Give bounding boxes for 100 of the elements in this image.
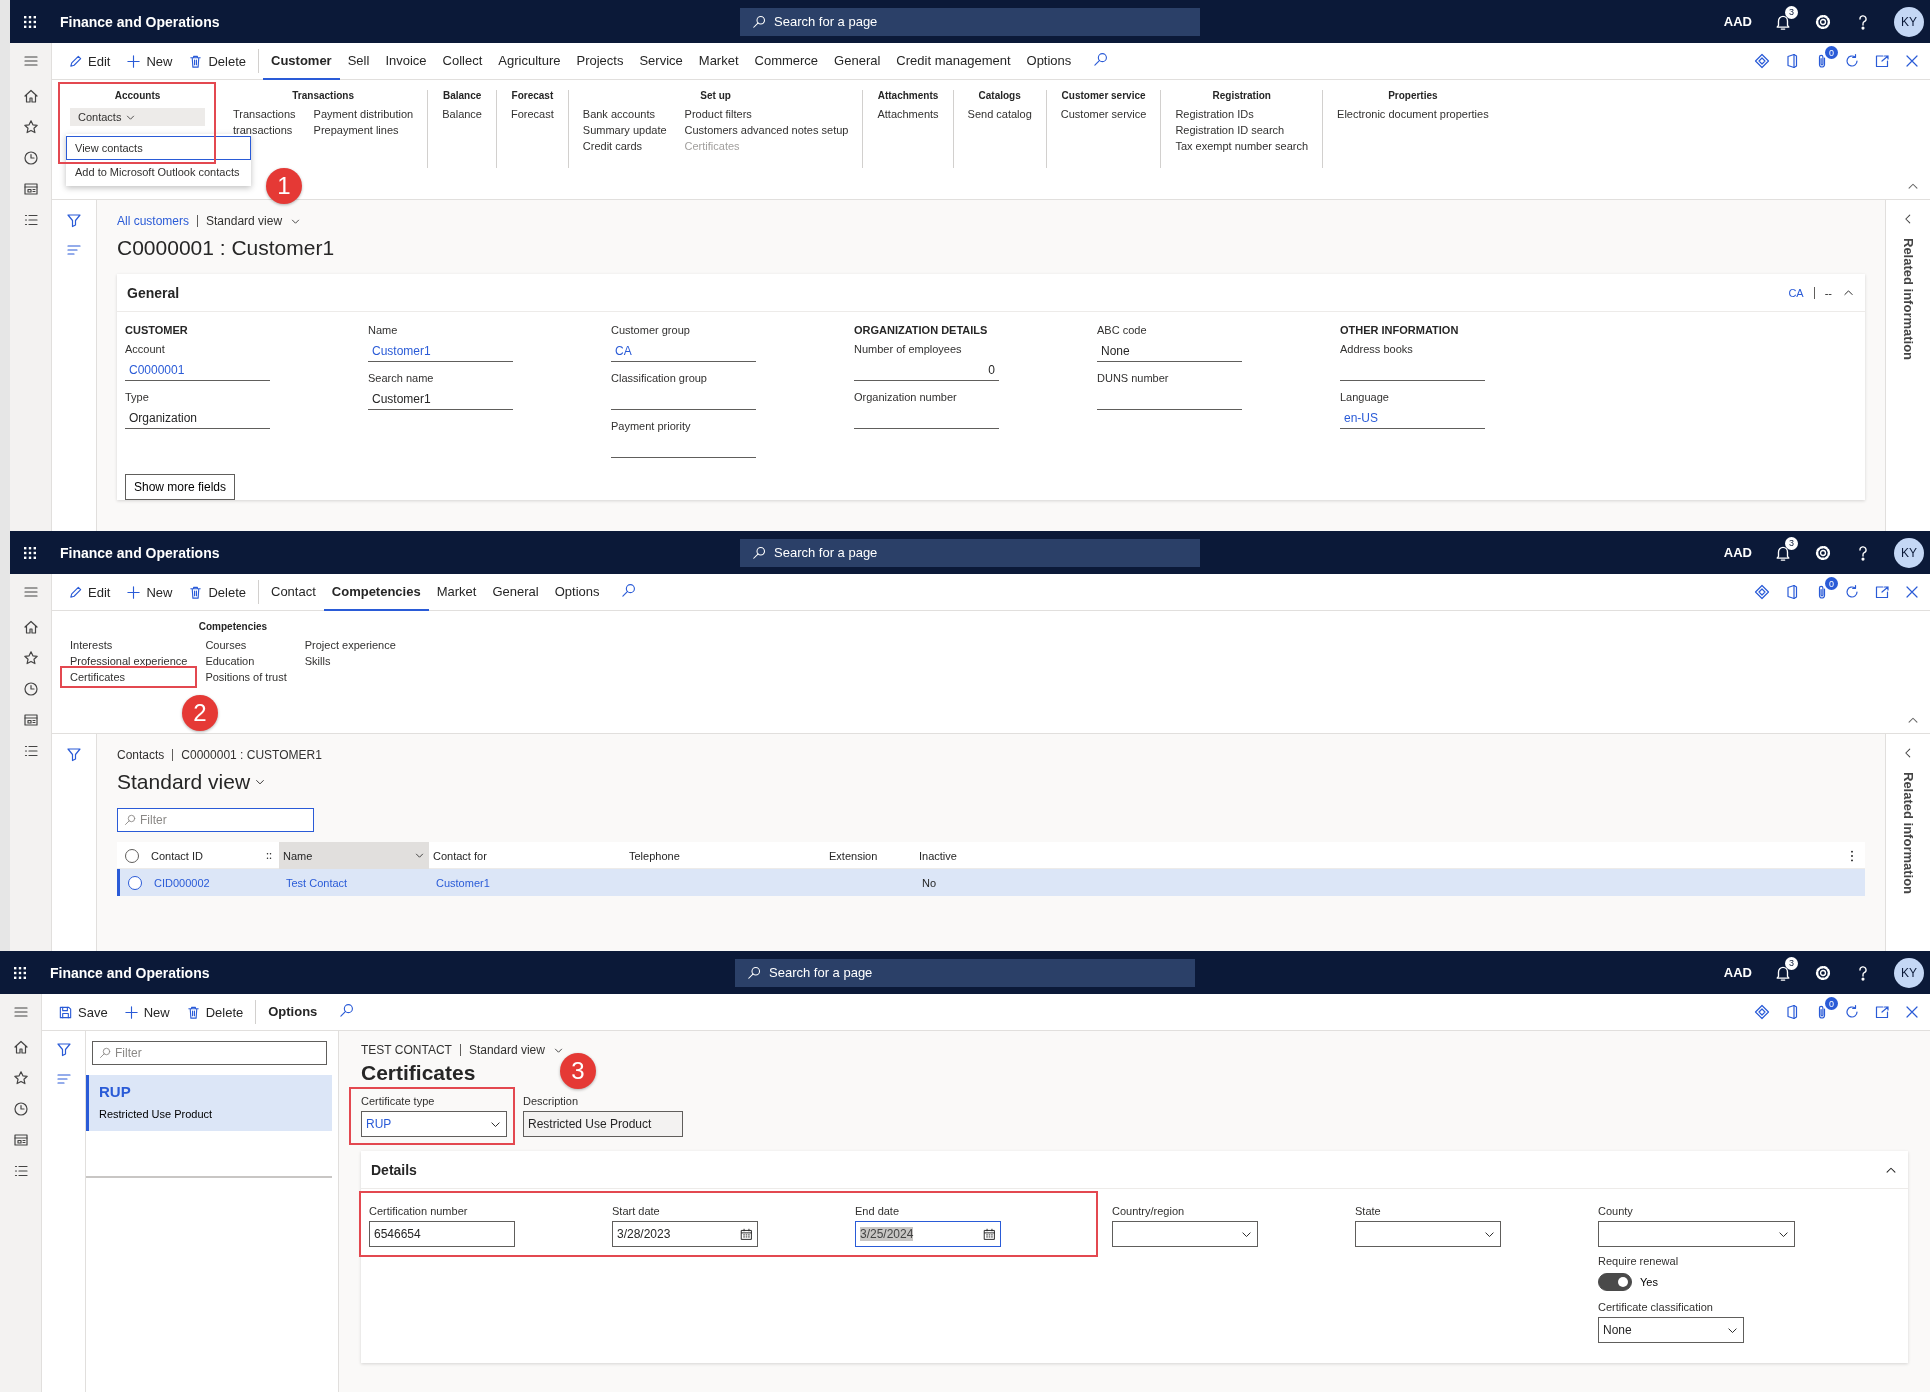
company-label[interactable]: AAD	[1723, 14, 1752, 29]
ribbon-item[interactable]: Positions of trust	[205, 671, 287, 683]
breadcrumb-item[interactable]: TEST CONTACT	[361, 1043, 452, 1057]
delete-button[interactable]: Delete	[180, 46, 254, 76]
ribbon-item[interactable]: Professional experience	[70, 655, 188, 667]
related-information-tab[interactable]: Related information	[1900, 238, 1916, 361]
clock-icon[interactable]	[22, 681, 39, 697]
company-label[interactable]: AAD	[1723, 545, 1752, 560]
dropdown-field[interactable]	[1112, 1221, 1258, 1247]
breadcrumb-item[interactable]: Standard view	[468, 1043, 545, 1057]
search-icon[interactable]	[339, 1003, 355, 1018]
column-header[interactable]: Inactive	[915, 849, 1845, 862]
column-header[interactable]: Contact for	[429, 849, 625, 862]
refresh-icon[interactable]	[1844, 53, 1860, 69]
star-icon[interactable]	[12, 1070, 29, 1086]
ribbon-tab[interactable]: Sell	[339, 42, 378, 80]
popout-icon[interactable]	[1874, 53, 1890, 69]
ribbon-item[interactable]: Prepayment lines	[313, 124, 414, 136]
list-icon[interactable]	[22, 212, 39, 228]
home-icon[interactable]	[22, 619, 39, 635]
edit-button[interactable]: Edit	[60, 46, 119, 76]
ribbon-tab[interactable]: Options	[1018, 42, 1080, 80]
close-icon[interactable]	[1904, 584, 1920, 600]
ribbon-item[interactable]: Registration IDs	[1175, 108, 1309, 120]
input-field[interactable]: Customer1	[368, 388, 513, 410]
require-renewal-toggle[interactable]: Yes	[1598, 1271, 1841, 1293]
input-field[interactable]: Organization	[125, 407, 270, 429]
ribbon-item[interactable]: Electronic document properties	[1337, 108, 1489, 120]
section-title[interactable]: General	[127, 284, 180, 301]
ribbon-item[interactable]: Payment distribution	[313, 108, 414, 120]
home-icon[interactable]	[22, 88, 39, 104]
search-field[interactable]: Search for a page	[740, 7, 1200, 36]
filter-icon[interactable]	[66, 746, 82, 762]
settings-icon[interactable]	[1814, 12, 1832, 31]
calendar-icon[interactable]	[983, 1227, 996, 1241]
company-label[interactable]: AAD	[1723, 965, 1752, 980]
dropdown-field[interactable]: None	[1598, 1317, 1744, 1343]
user-avatar[interactable]: KY	[1894, 537, 1924, 568]
settings-icon[interactable]	[1814, 543, 1832, 562]
ribbon-tab[interactable]: Service	[631, 42, 691, 80]
ribbon-item[interactable]: Interests	[70, 639, 188, 651]
ribbon-item[interactable]: transactions	[233, 124, 296, 136]
ribbon-item[interactable]: Customer service	[1060, 108, 1147, 120]
save-button[interactable]: Save	[50, 997, 116, 1027]
ribbon-item[interactable]: Forecast	[511, 108, 554, 120]
refresh-icon[interactable]	[1844, 584, 1860, 600]
filter-field[interactable]: Filter	[92, 1041, 327, 1065]
column-header[interactable]: Extension	[825, 849, 915, 862]
row-select-radio[interactable]	[128, 875, 142, 890]
column-header[interactable]: Telephone	[625, 849, 825, 862]
ribbon-tab[interactable]: Commerce	[746, 42, 827, 80]
menu-item[interactable]: View contacts	[66, 136, 251, 160]
clock-icon[interactable]	[12, 1101, 29, 1117]
new-button[interactable]: New	[115, 997, 178, 1027]
search-field[interactable]: Search for a page	[740, 538, 1200, 567]
office-icon[interactable]	[1784, 584, 1800, 600]
breadcrumb-item[interactable]: Contacts	[117, 748, 165, 762]
list-icon[interactable]	[22, 743, 39, 759]
dropdown-field[interactable]	[1598, 1221, 1795, 1247]
search-field[interactable]: Search for a page	[735, 958, 1195, 987]
filter-icon[interactable]	[66, 212, 82, 228]
ribbon-item[interactable]: Project experience	[304, 639, 396, 651]
dropdown-field[interactable]	[1355, 1221, 1501, 1247]
user-avatar[interactable]: KY	[1894, 6, 1924, 37]
view-title[interactable]: Standard view	[117, 770, 251, 794]
ribbon-tab[interactable]: General	[826, 42, 889, 80]
ribbon-item[interactable]: Send catalog	[967, 108, 1032, 120]
popout-icon[interactable]	[1874, 1004, 1890, 1020]
star-icon[interactable]	[22, 119, 39, 135]
date-field[interactable]: 3/28/2023	[612, 1221, 758, 1247]
column-header[interactable]: Contact ID	[147, 849, 263, 862]
delete-button[interactable]: Delete	[177, 997, 252, 1027]
dropdown-field[interactable]: RUP	[361, 1111, 507, 1137]
ribbon-tab[interactable]: Credit management	[888, 42, 1019, 80]
ribbon-tab[interactable]: General	[484, 573, 547, 611]
list-icon[interactable]	[12, 1163, 29, 1179]
section-title[interactable]: Details	[371, 1161, 417, 1178]
input-field[interactable]: Customer1	[368, 340, 513, 362]
ribbon-item[interactable]: Education	[205, 655, 287, 667]
ribbon-item[interactable]: Registration ID search	[1175, 124, 1309, 136]
menu-item[interactable]: Add to Microsoft Outlook contacts	[66, 160, 251, 184]
breadcrumb-item[interactable]: C0000001 : CUSTOMER1	[181, 748, 322, 762]
diamond-icon[interactable]	[1754, 1004, 1770, 1020]
date-field[interactable]: 3/25/2024	[855, 1221, 1001, 1247]
edit-button[interactable]: Edit	[60, 577, 119, 607]
app-launcher-icon[interactable]	[22, 13, 38, 30]
ribbon-item[interactable]: Product filters	[684, 108, 849, 120]
clock-icon[interactable]	[22, 150, 39, 166]
filter-field[interactable]: Filter	[117, 808, 314, 832]
office-icon[interactable]	[1784, 1004, 1800, 1020]
ribbon-item[interactable]: Tax exempt number search	[1175, 140, 1309, 152]
ribbon-item[interactable]: Courses	[205, 639, 287, 651]
filter-icon[interactable]	[55, 1041, 72, 1057]
settings-icon[interactable]	[1814, 963, 1832, 982]
delete-button[interactable]: Delete	[180, 577, 254, 607]
ribbon-tab[interactable]: Projects	[568, 42, 632, 80]
ribbon-item[interactable]: Certificates	[60, 666, 198, 688]
input-field[interactable]: C0000001	[125, 359, 270, 381]
office-icon[interactable]	[1784, 53, 1800, 69]
ribbon-item[interactable]: Credit cards	[582, 140, 667, 152]
